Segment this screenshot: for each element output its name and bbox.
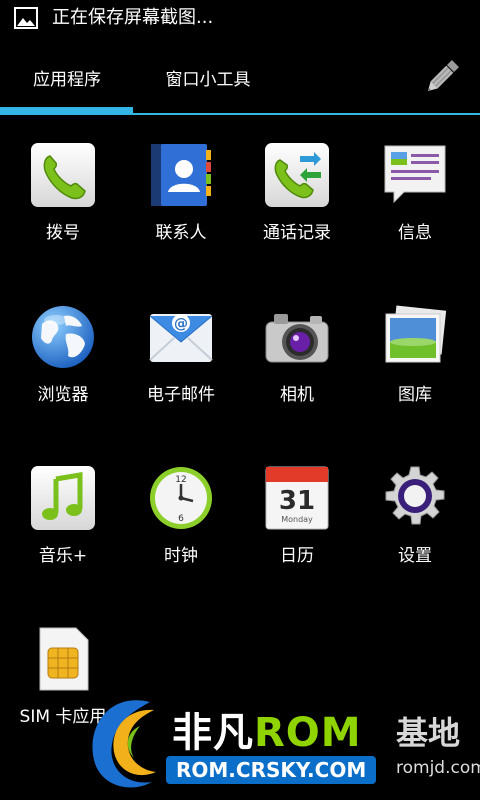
- app-calendar[interactable]: 31 Monday 日历: [238, 439, 356, 579]
- tab-apps[interactable]: 应用程序: [0, 38, 134, 116]
- tab-bar: 应用程序 窗口小工具: [0, 38, 480, 116]
- calendar-icon: 31 Monday: [265, 466, 329, 530]
- watermark-site: ROM.CRSKY.COM: [166, 756, 377, 784]
- notification-text: 正在保存屏幕截图...: [52, 7, 214, 28]
- app-label: 音乐+: [38, 546, 88, 566]
- sim-card-icon: [39, 627, 89, 691]
- call-log-icon: [265, 143, 329, 207]
- swirl-logo-icon: [92, 700, 156, 788]
- selected-tab-indicator: [0, 107, 133, 114]
- app-label: 拨号: [46, 223, 80, 243]
- email-icon: @: [149, 314, 213, 362]
- app-call-log[interactable]: 通话记录: [238, 116, 356, 256]
- app-messaging[interactable]: 信息: [356, 116, 474, 256]
- app-label: 电子邮件: [147, 385, 215, 405]
- status-bar: 正在保存屏幕截图...: [0, 0, 480, 38]
- svg-text:12: 12: [175, 475, 186, 485]
- app-email[interactable]: @ 电子邮件: [122, 278, 240, 418]
- app-camera[interactable]: 相机: [238, 278, 356, 418]
- tab-widgets[interactable]: 窗口小工具: [134, 38, 282, 116]
- messaging-icon: [384, 145, 446, 204]
- app-label: 联系人: [155, 223, 207, 243]
- app-label: 浏览器: [37, 385, 89, 405]
- svg-text:31: 31: [279, 486, 315, 516]
- svg-text:Monday: Monday: [281, 515, 313, 524]
- settings-gear-icon: [385, 466, 445, 525]
- globe-icon: [32, 306, 94, 368]
- watermark-base-text: 基地: [396, 714, 461, 752]
- app-label: 信息: [398, 223, 432, 243]
- phone-icon: [31, 143, 95, 207]
- gallery-icon: [385, 305, 447, 363]
- contacts-icon: [151, 144, 211, 206]
- svg-text:6: 6: [178, 514, 184, 524]
- svg-text:@: @: [174, 316, 188, 332]
- app-label: 相机: [280, 385, 314, 405]
- app-dialer[interactable]: 拨号: [4, 116, 122, 256]
- watermark-brand: 非凡ROM: [172, 710, 362, 756]
- app-contacts[interactable]: 联系人: [122, 116, 240, 256]
- music-icon: [31, 466, 95, 530]
- app-label: 通话记录: [263, 223, 331, 243]
- app-label: 设置: [398, 546, 432, 566]
- watermark-domain: romjd.com: [396, 758, 480, 778]
- app-label: 时钟: [164, 546, 198, 566]
- app-label: 图库: [398, 385, 432, 405]
- app-music[interactable]: 音乐+: [4, 439, 122, 579]
- app-label: 日历: [280, 546, 314, 566]
- image-icon: [14, 7, 38, 29]
- pencil-icon[interactable]: [422, 56, 462, 98]
- app-settings[interactable]: 设置: [356, 439, 474, 579]
- camera-icon: [265, 314, 329, 363]
- app-clock[interactable]: 12 6 时钟: [122, 439, 240, 579]
- app-gallery[interactable]: 图库: [356, 278, 474, 418]
- clock-icon: 12 6: [150, 467, 212, 529]
- watermark-logo: 非凡ROM ROM.CRSKY.COM 基地 romjd.com: [80, 686, 480, 800]
- app-browser[interactable]: 浏览器: [4, 278, 122, 418]
